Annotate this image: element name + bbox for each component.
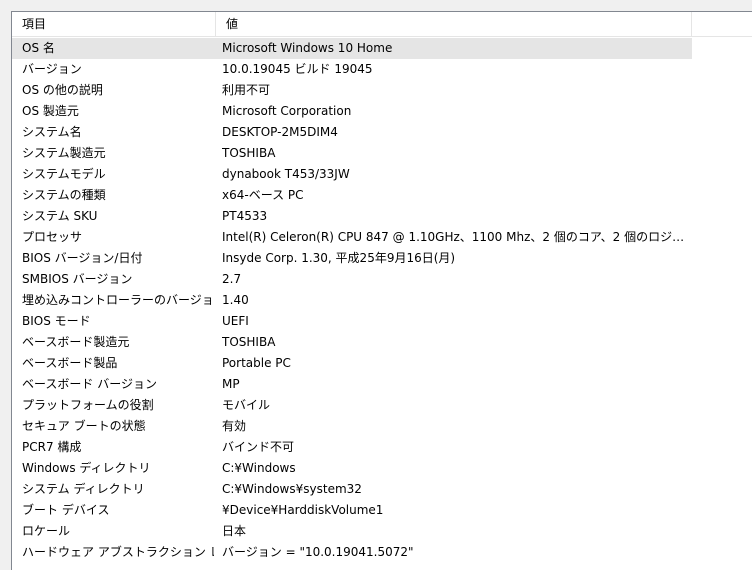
row-value: DESKTOP-2M5DIM4 xyxy=(222,125,338,139)
row-value: 2.7 xyxy=(222,272,242,286)
table-row[interactable]: ブート デバイス ¥Device¥HarddiskVolume1 xyxy=(12,500,752,521)
row-item-label: SMBIOS バージョン xyxy=(22,272,133,286)
row-value: C:¥Windows xyxy=(222,461,296,475)
row-value: 1.40 xyxy=(222,293,249,307)
list-header: 項目 値 xyxy=(12,12,752,37)
row-item-label: OS の他の説明 xyxy=(22,83,103,97)
row-item-label: ベースボード バージョン xyxy=(22,377,157,391)
row-item-label: バージョン xyxy=(22,62,82,76)
table-row[interactable]: ベースボード製品 Portable PC xyxy=(12,353,752,374)
row-item-label: ロケール xyxy=(22,524,71,538)
table-row[interactable]: ベースボード バージョン MP xyxy=(12,374,752,395)
row-value: 利用不可 xyxy=(222,83,271,97)
row-item-label: OS 製造元 xyxy=(22,104,79,118)
table-row[interactable]: システムの種類 x64-ベース PC xyxy=(12,185,752,206)
table-row[interactable]: プラットフォームの役割 モバイル xyxy=(12,395,752,416)
table-row[interactable]: セキュア ブートの状態 有効 xyxy=(12,416,752,437)
row-item-label: システムの種類 xyxy=(22,188,106,202)
row-item-label: OS 名 xyxy=(22,41,55,55)
row-value: モバイル xyxy=(222,398,271,412)
row-item-label: プロセッサ xyxy=(22,230,83,244)
table-row[interactable]: システム名 DESKTOP-2M5DIM4 xyxy=(12,122,752,143)
row-item-label: システム製造元 xyxy=(22,146,106,160)
system-summary-listview[interactable]: 項目 値 OS 名 Microsoft Windows 10 Home バージョン 1… xyxy=(11,11,752,570)
row-item-label: BIOS バージョン/日付 xyxy=(22,251,143,265)
row-item-label: ベースボード製品 xyxy=(22,356,118,370)
row-value: Microsoft Windows 10 Home xyxy=(222,41,393,55)
row-value: Insyde Corp. 1.30, 平成25年9月16日(月) xyxy=(222,251,456,265)
row-item-label: プラットフォームの役割 xyxy=(22,398,154,412)
row-value: Microsoft Corporation xyxy=(222,104,352,118)
row-value: Portable PC xyxy=(222,356,291,370)
row-value: dynabook T453/33JW xyxy=(222,167,350,181)
table-row[interactable]: ベースボード製造元 TOSHIBA xyxy=(12,332,752,353)
row-item-label: BIOS モード xyxy=(22,314,91,328)
table-row[interactable]: 埋め込みコントローラーのバージョン 1.40 xyxy=(12,290,752,311)
row-item-label: 埋め込みコントローラーのバージョン xyxy=(22,293,214,307)
row-value: MP xyxy=(222,377,240,391)
row-item-label: ブート デバイス xyxy=(22,503,110,517)
column-header-item[interactable]: 項目 xyxy=(12,12,216,36)
table-row[interactable]: ハードウェア アブストラクション レイヤーバージョン = "10.0.19041… xyxy=(12,542,752,563)
row-value: 有効 xyxy=(222,419,247,433)
row-item-label: Windows ディレクトリ xyxy=(22,461,151,475)
table-row[interactable]: PCR7 構成 バインド不可 xyxy=(12,437,752,458)
table-row[interactable]: OS の他の説明 利用不可 xyxy=(12,80,752,101)
list-rows: OS 名 Microsoft Windows 10 Home バージョン 10.0.1… xyxy=(12,38,752,563)
table-row[interactable]: Windows ディレクトリ C:¥Windows xyxy=(12,458,752,479)
row-item-label: PCR7 構成 xyxy=(22,440,82,454)
table-row[interactable]: システム SKU PT4533 xyxy=(12,206,752,227)
column-header-filler xyxy=(692,12,752,36)
row-value: バインド不可 xyxy=(222,440,295,454)
table-row[interactable]: BIOS モード UEFI xyxy=(12,311,752,332)
row-value: 日本 xyxy=(222,524,247,538)
row-item-label: ハードウェア アブストラクション レイヤー xyxy=(22,545,214,559)
column-header-value[interactable]: 値 xyxy=(216,12,692,36)
row-value: TOSHIBA xyxy=(222,335,276,349)
row-value: 10.0.19045 ビルド 19045 xyxy=(222,62,373,76)
row-item-label: システム ディレクトリ xyxy=(22,482,145,496)
table-row[interactable]: OS 名 Microsoft Windows 10 Home xyxy=(12,38,752,59)
row-item-label: ベースボード製造元 xyxy=(22,335,130,349)
table-row[interactable]: システムモデル dynabook T453/33JW xyxy=(12,164,752,185)
table-row[interactable]: バージョン 10.0.19045 ビルド 19045 xyxy=(12,59,752,80)
table-row[interactable]: システム ディレクトリ C:¥Windows¥system32 xyxy=(12,479,752,500)
table-row[interactable]: ロケール 日本 xyxy=(12,521,752,542)
row-value: ¥Device¥HarddiskVolume1 xyxy=(222,503,384,517)
table-row[interactable]: BIOS バージョン/日付 Insyde Corp. 1.30, 平成25年9月1… xyxy=(12,248,752,269)
row-value: TOSHIBA xyxy=(222,146,276,160)
row-value: x64-ベース PC xyxy=(222,188,304,202)
table-row[interactable]: SMBIOS バージョン 2.7 xyxy=(12,269,752,290)
row-value: C:¥Windows¥system32 xyxy=(222,482,362,496)
row-value: Intel(R) Celeron(R) CPU 847 @ 1.10GHz、11… xyxy=(222,230,689,244)
row-item-label: セキュア ブートの状態 xyxy=(22,419,146,433)
row-value: PT4533 xyxy=(222,209,268,223)
table-row[interactable]: OS 製造元 Microsoft Corporation xyxy=(12,101,752,122)
row-value: UEFI xyxy=(222,314,249,328)
window-top-strip xyxy=(0,0,752,7)
table-row[interactable]: プロセッサ Intel(R) Celeron(R) CPU 847 @ 1.10G… xyxy=(12,227,752,248)
table-row[interactable]: システム製造元 TOSHIBA xyxy=(12,143,752,164)
row-value: バージョン = "10.0.19041.5072" xyxy=(222,545,414,559)
row-item-label: システムモデル xyxy=(22,167,106,181)
row-item-label: システム SKU xyxy=(22,209,98,223)
row-item-label: システム名 xyxy=(22,125,82,139)
